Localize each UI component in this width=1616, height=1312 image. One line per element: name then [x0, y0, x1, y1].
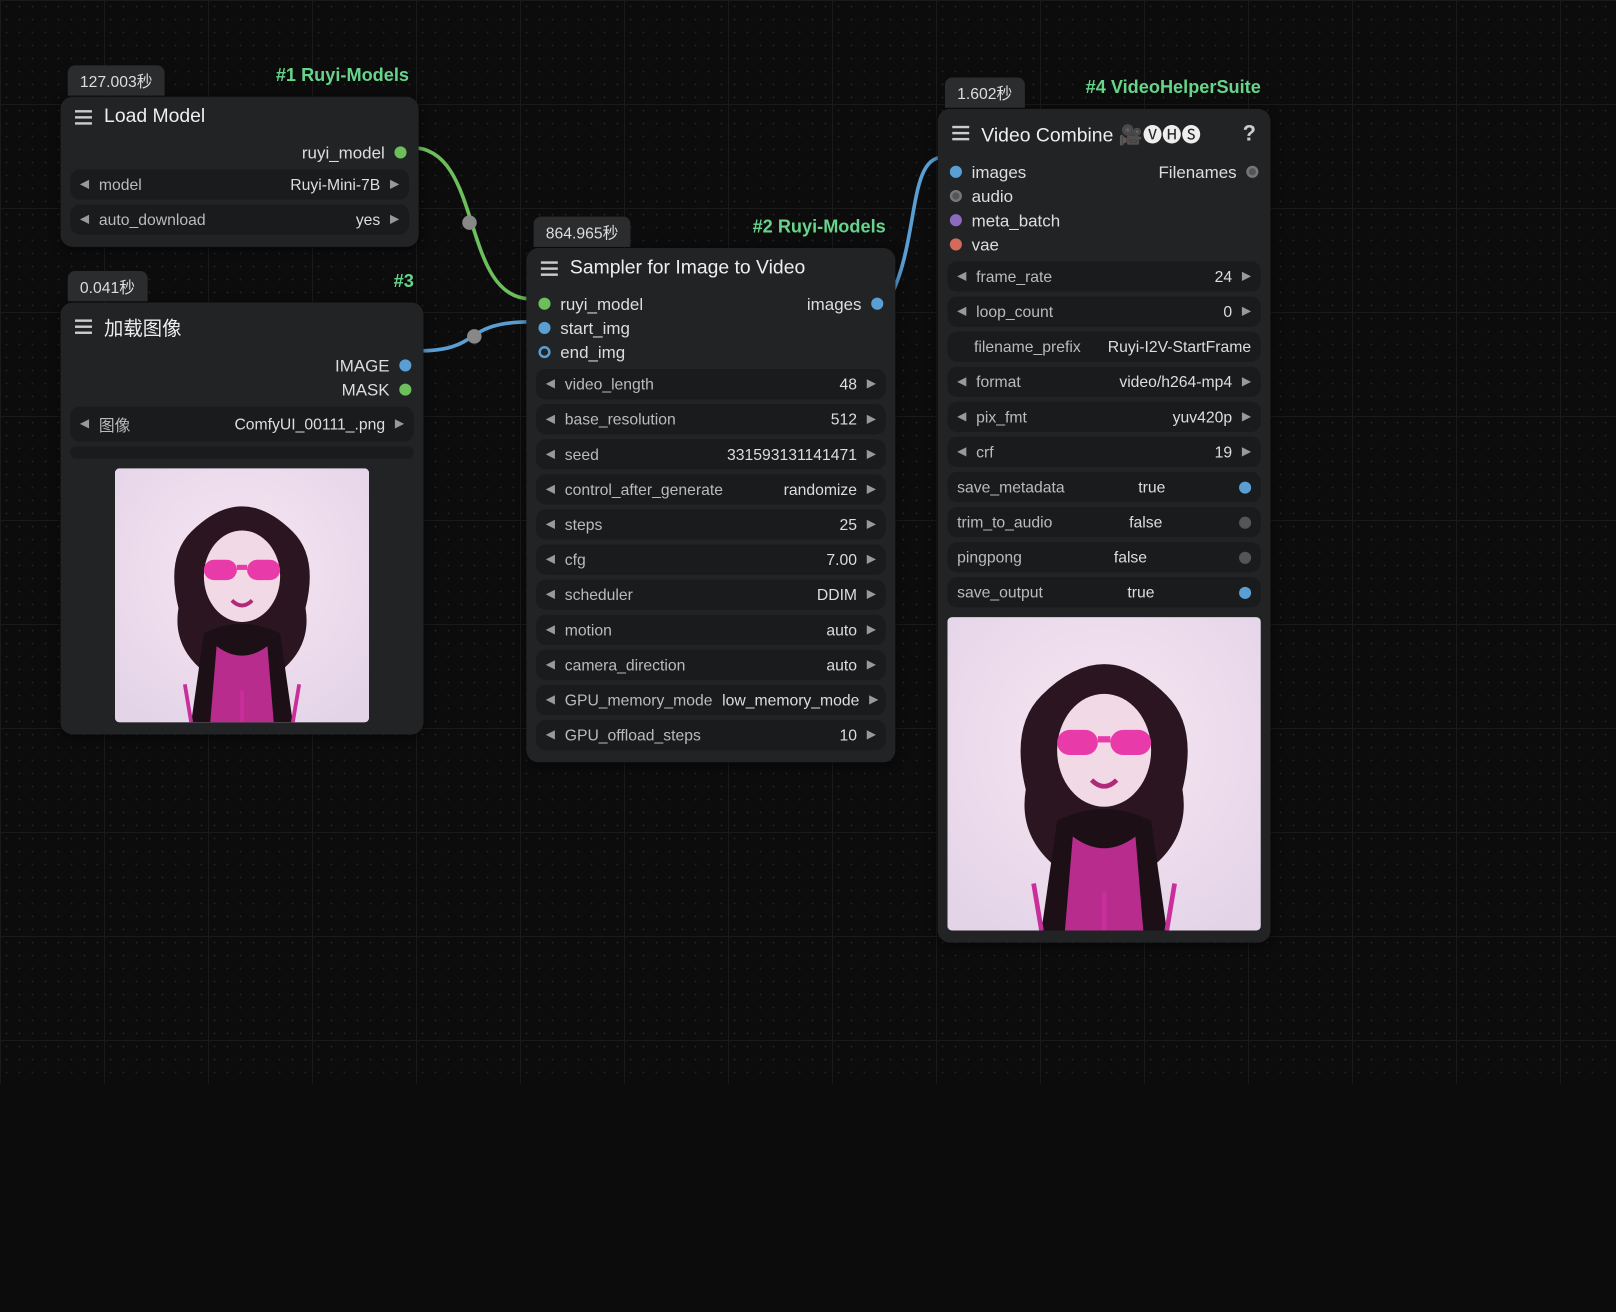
chevron-right-icon: ▶ [395, 417, 404, 430]
input-end-img[interactable]: end_img [526, 340, 895, 364]
widget-loop-count[interactable]: ◀loop_count0▶ [947, 296, 1260, 326]
input-meta-batch[interactable]: meta_batch [938, 208, 1271, 232]
widget-pix-fmt[interactable]: ◀pix_fmtyuv420p▶ [947, 402, 1260, 432]
node-canvas[interactable]: 127.003秒 #1 Ruyi-Models Load Model ruyi_… [0, 0, 1616, 1312]
node-title[interactable]: Sampler for Image to Video [526, 248, 895, 292]
socket-icon[interactable] [394, 146, 406, 158]
widget-trim-to-audio[interactable]: trim_to_audiofalse [947, 507, 1260, 537]
widget-crf[interactable]: ◀crf19▶ [947, 437, 1260, 467]
title-text: Video Combine 🎥🅥🅗🅢 [981, 119, 1201, 148]
node-title[interactable]: Load Model [61, 97, 419, 141]
node-title[interactable]: 加载图像 [61, 303, 424, 354]
toggle-icon [1239, 586, 1251, 598]
node-tag: #2 Ruyi-Models [743, 214, 895, 239]
hamburger-icon[interactable] [75, 319, 92, 334]
image-preview [115, 468, 369, 722]
widget-video-length[interactable]: ◀video_length48▶ [536, 369, 886, 399]
socket-icon[interactable] [538, 298, 550, 310]
widget-base-resolution[interactable]: ◀base_resolution512▶ [536, 404, 886, 434]
chevron-right-icon: ▶ [390, 213, 399, 226]
widget-cfg[interactable]: ◀cfg7.00▶ [536, 545, 886, 575]
socket-icon [950, 214, 962, 226]
input-start-img[interactable]: start_img [526, 316, 895, 340]
socket-icon[interactable] [399, 359, 411, 371]
node-tag: #4 VideoHelperSuite [1076, 75, 1271, 100]
widget-camera-direction[interactable]: ◀camera_directionauto▶ [536, 650, 886, 680]
title-text: Load Model [104, 106, 205, 128]
widget-image-file[interactable]: ◀ 图像 ComfyUI_00111_.png ▶ [70, 407, 414, 442]
widget-filename-prefix[interactable]: filename_prefixRuyi-I2V-StartFrame [947, 332, 1260, 362]
toggle-icon [1239, 516, 1251, 528]
widget-control-after-generate[interactable]: ◀control_after_generaterandomize▶ [536, 474, 886, 504]
input-vae[interactable]: vae [938, 232, 1271, 256]
video-preview [947, 617, 1260, 930]
timing-badge: 864.965秒 [534, 217, 631, 247]
widget-scheduler[interactable]: ◀schedulerDDIM▶ [536, 580, 886, 610]
widget-save-metadata[interactable]: save_metadatatrue [947, 472, 1260, 502]
widget-motion[interactable]: ◀motionauto▶ [536, 615, 886, 645]
chevron-right-icon: ▶ [390, 178, 399, 191]
toggle-icon [1239, 481, 1251, 493]
socket-icon [950, 190, 962, 202]
input-audio[interactable]: audio [938, 184, 1271, 208]
widget-save-output[interactable]: save_outputtrue [947, 577, 1260, 607]
output-mask[interactable]: MASK [61, 378, 424, 402]
socket-icon [950, 166, 962, 178]
node-video-combine[interactable]: 1.602秒 #4 VideoHelperSuite Video Combine… [938, 109, 1271, 943]
chevron-left-icon: ◀ [80, 417, 89, 430]
timing-badge: 127.003秒 [68, 65, 165, 95]
title-text: Sampler for Image to Video [570, 258, 805, 280]
widget-gpu-offload-steps[interactable]: ◀GPU_offload_steps10▶ [536, 720, 886, 750]
output-filenames[interactable]: Filenames [1146, 160, 1270, 184]
hamburger-icon[interactable] [75, 110, 92, 125]
node-load-image[interactable]: 0.041秒 #3 加载图像 IMAGE MASK ◀ 图像 ComfyUI_0… [61, 303, 424, 735]
timing-badge: 1.602秒 [945, 77, 1024, 107]
title-text: 加载图像 [104, 312, 181, 341]
widget-steps[interactable]: ◀steps25▶ [536, 509, 886, 539]
widget-seed[interactable]: ◀seed331593131141471▶ [536, 439, 886, 469]
socket-icon[interactable] [399, 384, 411, 396]
hamburger-icon[interactable] [541, 261, 558, 276]
widget-pingpong[interactable]: pingpongfalse [947, 542, 1260, 572]
socket-icon [1246, 166, 1258, 178]
toggle-icon [1239, 551, 1251, 563]
widget-frame-rate[interactable]: ◀frame_rate24▶ [947, 261, 1260, 291]
socket-icon [950, 238, 962, 250]
widget-gpu-memory-mode[interactable]: ◀GPU_memory_modelow_memory_mode▶ [536, 685, 886, 715]
output-images[interactable]: images [795, 292, 896, 316]
socket-icon[interactable] [538, 322, 550, 334]
output-image[interactable]: IMAGE [61, 353, 424, 377]
node-tag: #3 [384, 269, 424, 294]
output-ruyi-model[interactable]: ruyi_model [61, 140, 419, 164]
socket-icon[interactable] [538, 346, 550, 358]
help-icon[interactable]: ? [1243, 120, 1256, 145]
node-title[interactable]: Video Combine 🎥🅥🅗🅢 ? [938, 109, 1271, 160]
chevron-left-icon: ◀ [80, 178, 89, 191]
timing-badge: 0.041秒 [68, 271, 147, 301]
node-load-model[interactable]: 127.003秒 #1 Ruyi-Models Load Model ruyi_… [61, 97, 419, 247]
node-sampler[interactable]: 864.965秒 #2 Ruyi-Models Sampler for Imag… [526, 248, 895, 762]
chevron-left-icon: ◀ [80, 213, 89, 226]
upload-button[interactable] [70, 446, 414, 458]
hamburger-icon[interactable] [952, 126, 969, 141]
socket-icon[interactable] [871, 298, 883, 310]
node-tag: #1 Ruyi-Models [266, 63, 418, 88]
widget-model[interactable]: ◀ model Ruyi-Mini-7B ▶ [70, 169, 409, 199]
widget-auto-download[interactable]: ◀ auto_download yes ▶ [70, 204, 409, 234]
widget-format[interactable]: ◀formatvideo/h264-mp4▶ [947, 367, 1260, 397]
